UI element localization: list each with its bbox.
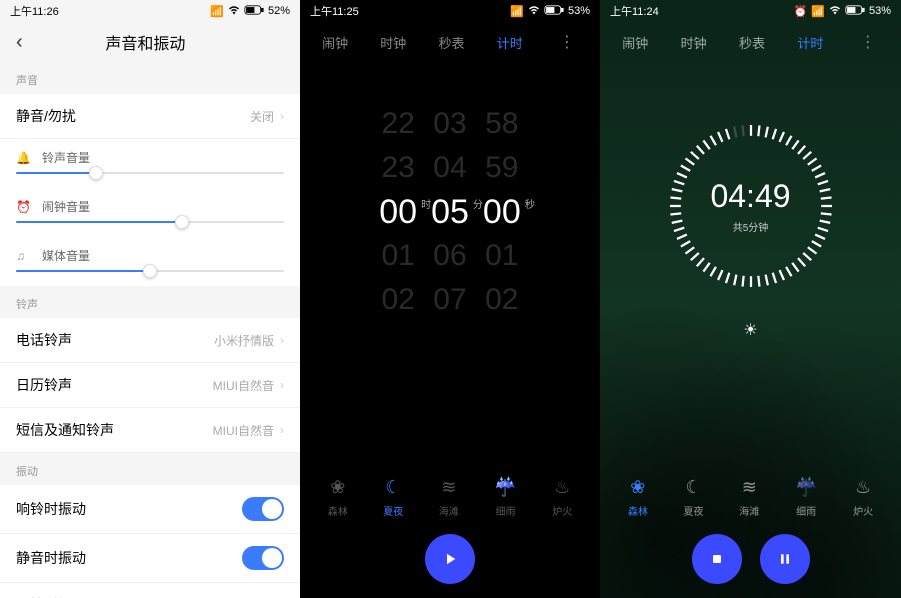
section-vibrate: 振动 <box>0 453 300 485</box>
statusbar: 上午11:26 📶 52% <box>0 0 300 22</box>
fire-icon: ♨ <box>855 477 871 499</box>
slider-ring: 🔔铃声音量 <box>0 139 300 188</box>
tab-stopwatch[interactable]: 秒表 <box>739 33 765 52</box>
row-vib-ring: 响铃时振动 <box>0 485 300 534</box>
leaf-icon: ❀ <box>330 477 345 499</box>
tab-clock[interactable]: 时钟 <box>681 33 707 52</box>
page-title: 声音和振动 <box>1 30 290 54</box>
mode-leaf[interactable]: ❀森林 <box>328 477 348 518</box>
alarm-indicator-icon: ⏰ <box>794 5 808 18</box>
mode-fire[interactable]: ♨炉火 <box>552 477 572 518</box>
battery-icon <box>244 5 264 18</box>
mode-bar: ❀森林 ☾夏夜 ≋海滩 ☔细雨 ♨炉火 <box>300 477 600 518</box>
tabbar: 闹钟 时钟 秒表 计时 ⋮ <box>600 22 901 62</box>
brightness-icon[interactable]: ☀ <box>743 320 757 340</box>
time-picker[interactable]: 22 23 00时 01 02 03 04 05分 06 07 58 59 00… <box>300 102 600 322</box>
status-right: 📶 53% <box>510 4 590 19</box>
picker-seconds: 58 59 00秒 01 02 <box>483 102 521 322</box>
wave-icon: ≋ <box>441 477 456 499</box>
picker-hours: 22 23 00时 01 02 <box>379 102 417 322</box>
row-phone-ring[interactable]: 电话铃声 小米抒情版 › <box>0 318 300 363</box>
battery-pct: 53% <box>568 5 590 17</box>
timer-total: 共5分钟 <box>733 219 769 234</box>
media-slider[interactable] <box>16 270 284 272</box>
rain-icon: ☔ <box>494 477 516 499</box>
ring-slider[interactable] <box>16 172 284 174</box>
switch-vib-ring[interactable] <box>242 497 284 521</box>
row-dnd[interactable]: 静音/勿扰 关闭 › <box>0 94 300 139</box>
mode-wave[interactable]: ≋海滩 <box>739 477 759 518</box>
tab-stopwatch[interactable]: 秒表 <box>439 33 465 52</box>
statusbar: 上午11:24 ⏰ 📶 53% <box>600 0 901 22</box>
section-sound: 声音 <box>0 62 300 94</box>
stop-button[interactable] <box>692 534 742 584</box>
wifi-icon <box>528 4 540 19</box>
rain-icon: ☔ <box>795 477 817 499</box>
mode-wave[interactable]: ≋海滩 <box>439 477 459 518</box>
more-icon[interactable]: ⋮ <box>856 32 879 52</box>
row-calendar-ring[interactable]: 日历铃声 MIUI自然音 › <box>0 363 300 408</box>
tab-clock[interactable]: 时钟 <box>380 33 406 52</box>
section-ringtone: 铃声 <box>0 286 300 318</box>
switch-vib-silent[interactable] <box>242 546 284 570</box>
signal-icon: 📶 <box>210 5 224 18</box>
note-icon: ♫ <box>16 249 32 263</box>
battery-pct: 53% <box>869 5 891 17</box>
chevron-right-icon: › <box>280 109 284 123</box>
chevron-right-icon: › <box>280 333 284 347</box>
battery-icon <box>845 5 865 18</box>
header: ‹ 声音和振动 <box>0 22 300 62</box>
tab-timer[interactable]: 计时 <box>497 33 523 52</box>
timer-display: 04:49 <box>710 178 790 215</box>
bell-icon: 🔔 <box>16 151 32 165</box>
mode-leaf[interactable]: ❀森林 <box>628 477 648 518</box>
status-time: 上午11:24 <box>610 3 659 19</box>
row-vib-silent: 静音时振动 <box>0 534 300 583</box>
row-sms-ring[interactable]: 短信及通知铃声 MIUI自然音 › <box>0 408 300 453</box>
battery-pct: 52% <box>268 5 290 17</box>
chevron-right-icon: › <box>280 378 284 392</box>
play-button[interactable] <box>425 534 475 584</box>
signal-icon: 📶 <box>811 5 825 18</box>
mode-rain[interactable]: ☔细雨 <box>494 477 516 518</box>
wifi-icon <box>829 4 841 19</box>
moon-icon: ☾ <box>385 477 401 499</box>
tab-alarm[interactable]: 闹钟 <box>322 33 348 52</box>
dial: 04:49 共5分钟 ☀ <box>600 116 901 340</box>
alarm-icon: ⏰ <box>16 200 32 214</box>
wifi-icon <box>228 4 240 19</box>
timer-panel: 上午11:25 📶 53% 闹钟 时钟 秒表 计时 ⋮ 22 23 00时 01… <box>300 0 600 598</box>
status-right: 📶 52% <box>210 4 290 19</box>
chevron-right-icon: › <box>280 423 284 437</box>
row-vib-tap[interactable]: 点按时振动 适中 › <box>0 583 300 598</box>
mode-moon[interactable]: ☾夏夜 <box>383 477 403 518</box>
moon-icon: ☾ <box>685 477 701 499</box>
mode-fire[interactable]: ♨炉火 <box>853 477 873 518</box>
alarm-slider[interactable] <box>16 221 284 223</box>
mode-bar: ❀森林 ☾夏夜 ≋海滩 ☔细雨 ♨炉火 <box>600 477 901 518</box>
leaf-icon: ❀ <box>630 477 645 499</box>
status-time: 上午11:25 <box>310 3 359 19</box>
slider-alarm: ⏰闹钟音量 <box>0 188 300 237</box>
control-buttons <box>692 534 810 584</box>
tabbar: 闹钟 时钟 秒表 计时 ⋮ <box>300 22 600 62</box>
pause-button[interactable] <box>760 534 810 584</box>
signal-icon: 📶 <box>510 5 524 18</box>
tab-alarm[interactable]: 闹钟 <box>622 33 648 52</box>
fire-icon: ♨ <box>554 477 570 499</box>
wave-icon: ≋ <box>742 477 757 499</box>
more-icon[interactable]: ⋮ <box>555 32 578 52</box>
picker-minutes: 03 04 05分 06 07 <box>431 102 469 322</box>
statusbar: 上午11:25 📶 53% <box>300 0 600 22</box>
mode-rain[interactable]: ☔细雨 <box>795 477 817 518</box>
battery-icon <box>544 5 564 18</box>
status-right: ⏰ 📶 53% <box>794 4 891 19</box>
timer-running-panel: 上午11:24 ⏰ 📶 53% 闹钟 时钟 秒表 计时 ⋮ 04:49 共5分钟… <box>600 0 901 598</box>
status-time: 上午11:26 <box>10 3 59 19</box>
tab-timer[interactable]: 计时 <box>797 33 823 52</box>
slider-media: ♫媒体音量 <box>0 237 300 286</box>
settings-panel: 上午11:26 📶 52% ‹ 声音和振动 声音 静音/勿扰 关闭 › 🔔铃声音… <box>0 0 300 598</box>
mode-moon[interactable]: ☾夏夜 <box>684 477 704 518</box>
